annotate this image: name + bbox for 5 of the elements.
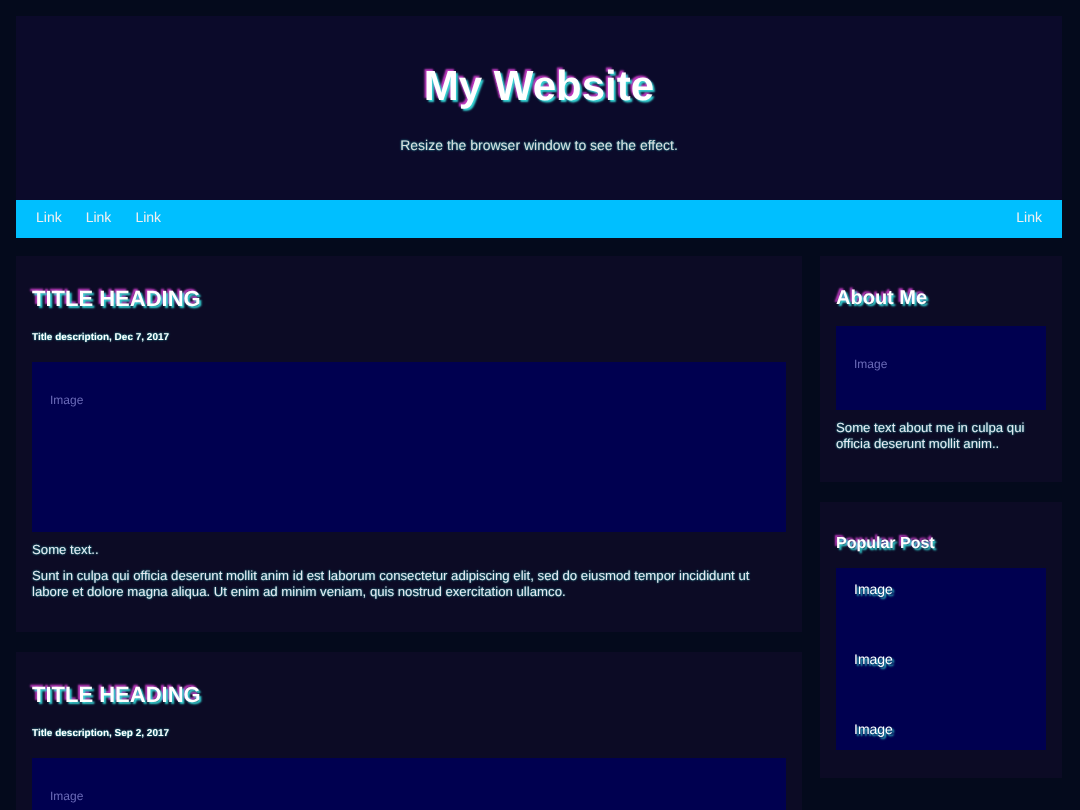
about-title: About Me xyxy=(836,288,930,310)
post-title: TITLE HEADING xyxy=(32,683,203,708)
site-title: My Website xyxy=(423,63,655,111)
post-title: TITLE HEADING xyxy=(32,288,203,312)
popular-title: Popular Post xyxy=(836,534,937,553)
